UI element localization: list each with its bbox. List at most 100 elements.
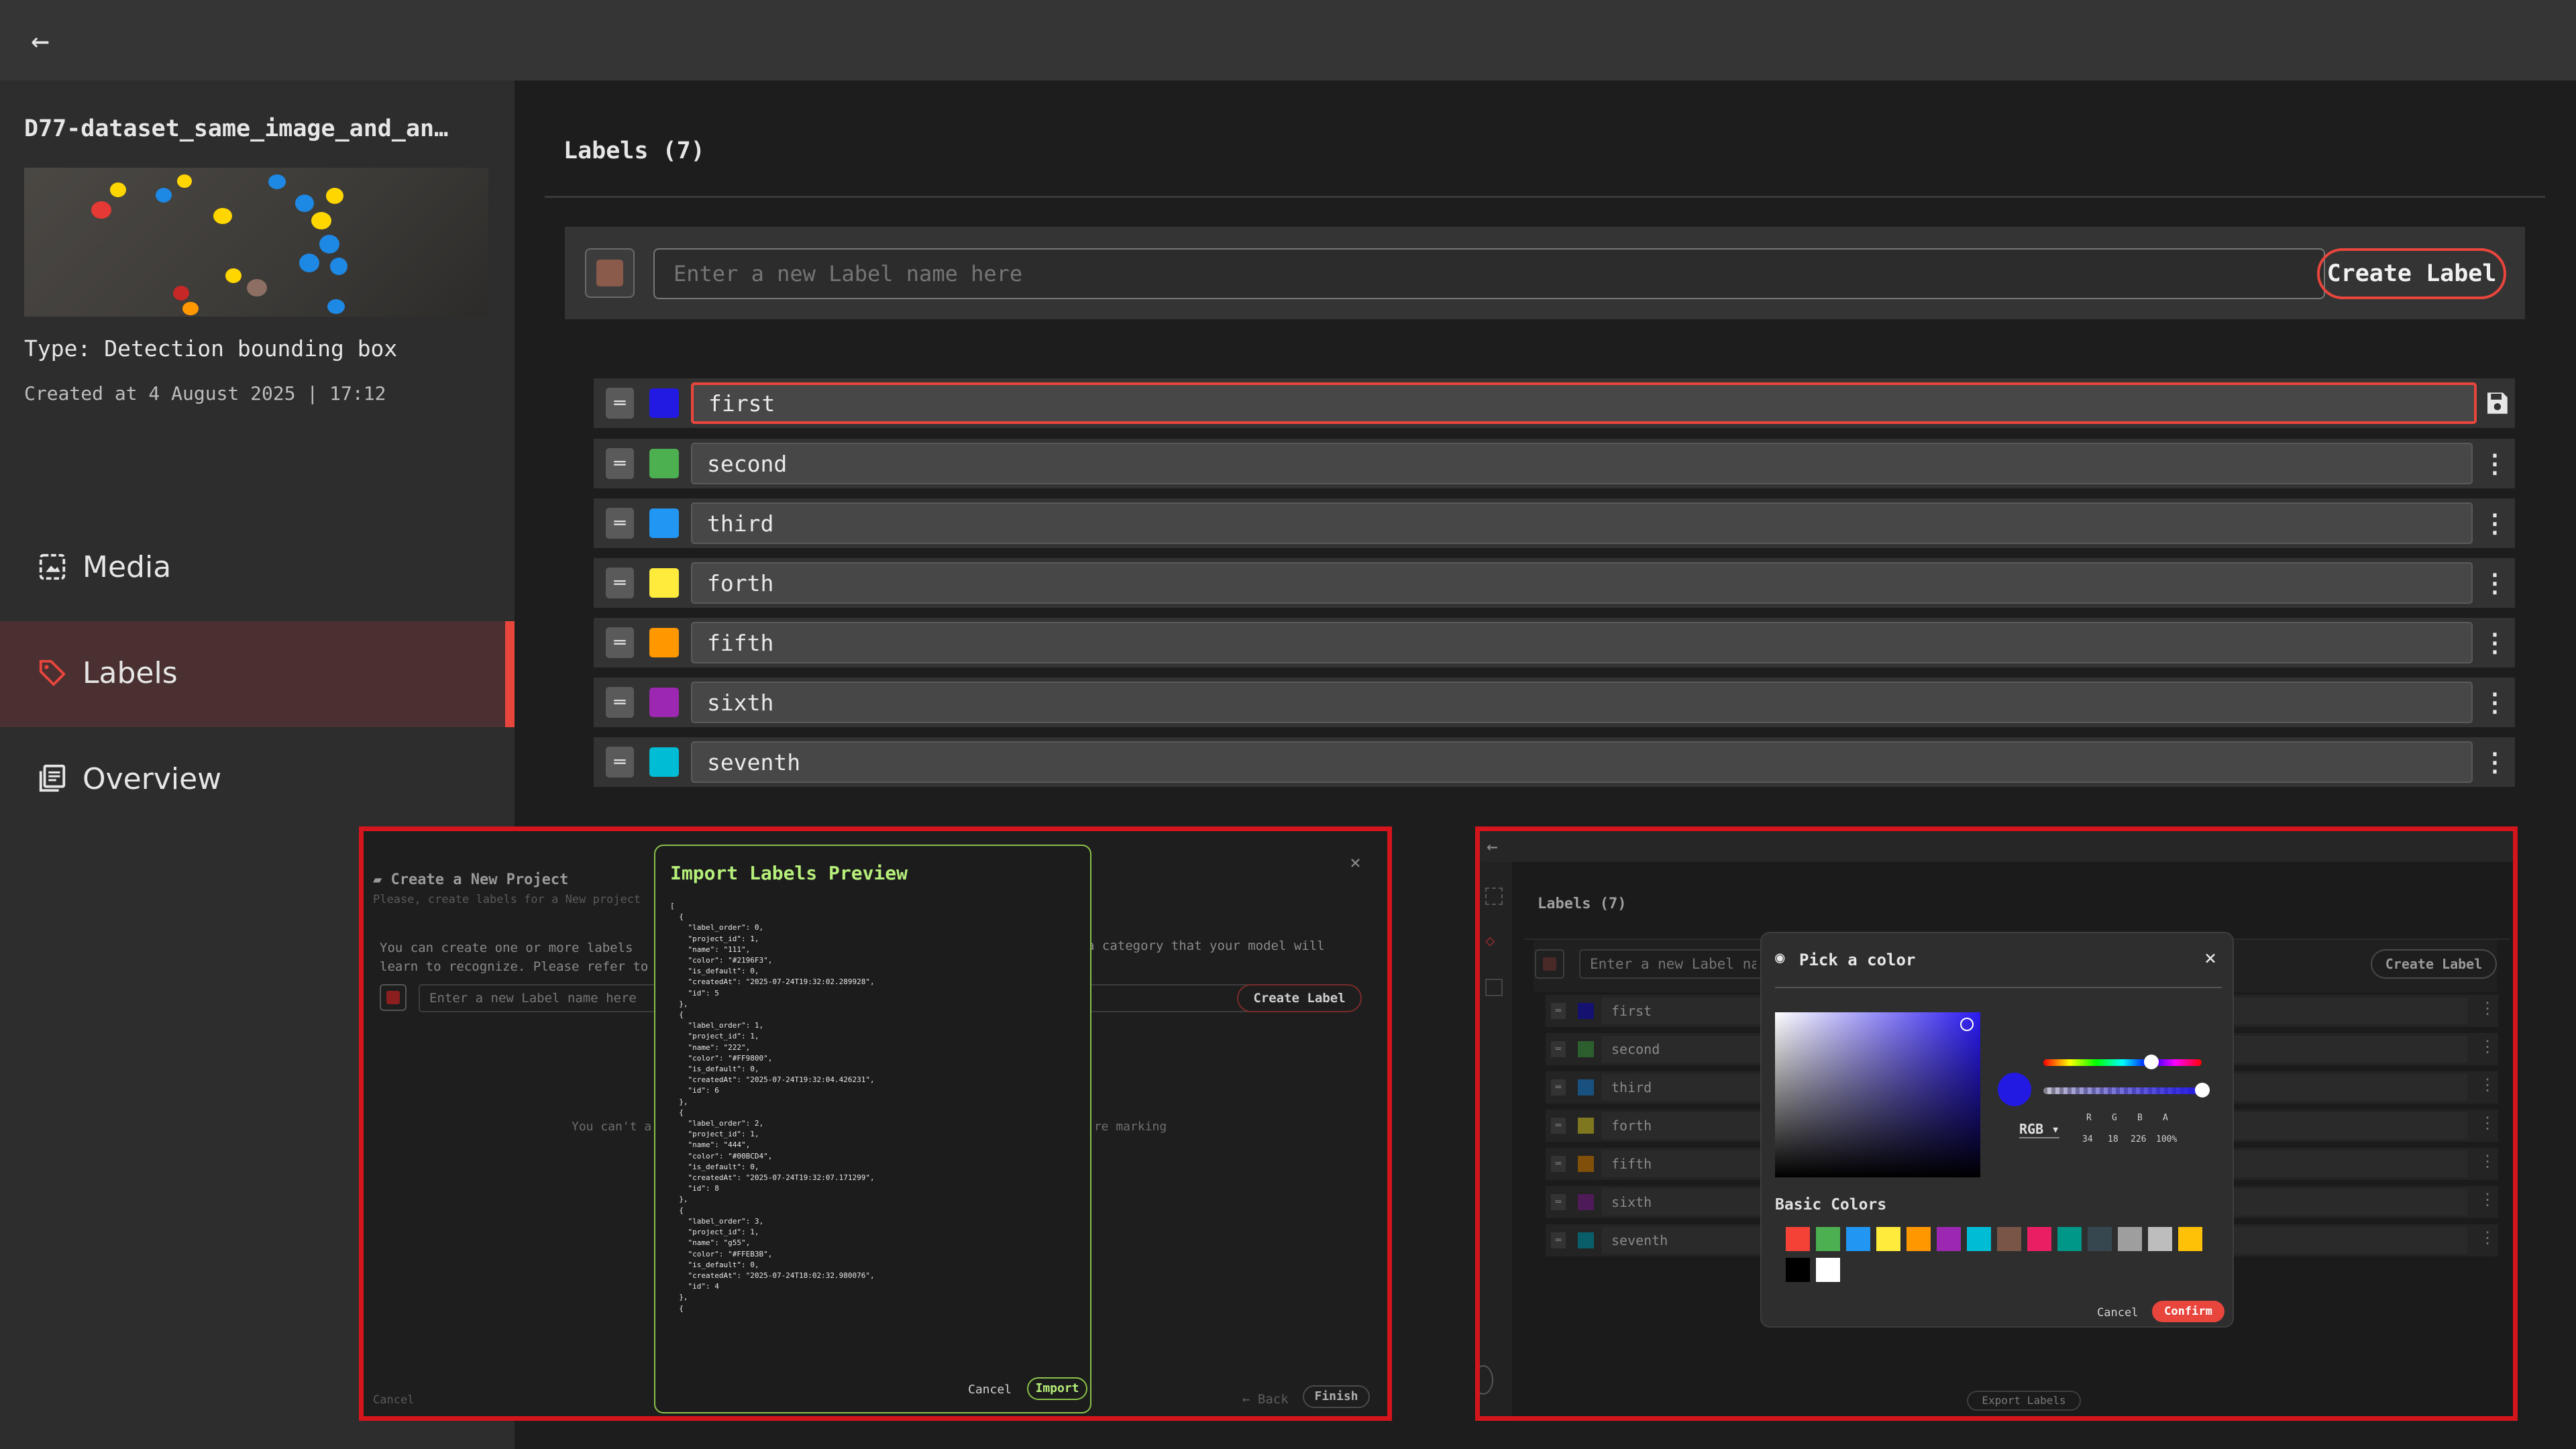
nav-item-media[interactable]: Media — [0, 515, 515, 621]
basic-color-swatch[interactable] — [2088, 1227, 2112, 1251]
create-label-button[interactable]: Create Label — [2371, 949, 2497, 979]
label-name-input[interactable] — [691, 741, 2473, 783]
more-vertical-icon[interactable]: ⋮ — [2479, 1075, 2496, 1094]
more-vertical-icon[interactable]: ⋮ — [2479, 1152, 2496, 1171]
more-vertical-icon[interactable]: ⋮ — [2480, 625, 2510, 661]
label-name-input[interactable] — [691, 502, 2473, 544]
basic-color-swatch[interactable] — [1786, 1258, 1810, 1282]
basic-color-swatch[interactable] — [1816, 1227, 1840, 1251]
basic-color-swatch[interactable] — [1876, 1227, 1900, 1251]
nav-item-overview[interactable]: Overview — [0, 727, 515, 833]
label-color-swatch[interactable] — [649, 688, 679, 717]
drag-handle-icon[interactable]: ═ — [1551, 1156, 1566, 1172]
new-label-color-button[interactable] — [585, 248, 635, 298]
label-color-swatch[interactable] — [649, 449, 679, 478]
basic-color-swatch[interactable] — [1907, 1227, 1931, 1251]
label-name-input[interactable] — [691, 443, 2473, 484]
nav-item-labels[interactable]: Labels — [0, 621, 515, 727]
basic-color-swatch[interactable] — [2178, 1227, 2202, 1251]
channel-input-r[interactable]: 34 — [2082, 1134, 2093, 1144]
label-color-swatch[interactable] — [649, 568, 679, 598]
save-icon[interactable] — [2483, 389, 2511, 417]
basic-color-swatch[interactable] — [2027, 1227, 2051, 1251]
saturation-value-area[interactable] — [1775, 1012, 1980, 1177]
new-label-input[interactable] — [1579, 949, 1767, 979]
label-name-input[interactable] — [691, 622, 2473, 663]
import-cancel-button[interactable]: Cancel — [968, 1383, 1012, 1397]
more-vertical-icon[interactable]: ⋮ — [2480, 744, 2510, 780]
channel-input-g[interactable]: 18 — [2108, 1134, 2118, 1144]
label-color-swatch[interactable] — [649, 388, 679, 418]
label-color-swatch[interactable] — [1578, 1003, 1594, 1019]
import-button[interactable]: Import — [1027, 1377, 1087, 1400]
hue-slider[interactable] — [2043, 1055, 2202, 1069]
drag-handle-icon[interactable]: ═ — [1551, 1041, 1566, 1057]
more-vertical-icon[interactable]: ⋮ — [2479, 1190, 2496, 1209]
more-vertical-icon[interactable]: ⋮ — [2479, 1228, 2496, 1247]
drag-handle-icon[interactable]: ═ — [1551, 1232, 1566, 1248]
drag-handle-icon[interactable]: ═ — [1551, 1079, 1566, 1095]
basic-color-swatch[interactable] — [2118, 1227, 2142, 1251]
new-label-color-button[interactable] — [1535, 949, 1564, 979]
label-name-input[interactable] — [691, 382, 2477, 424]
create-label-button[interactable]: Create Label — [2317, 248, 2506, 299]
basic-color-swatch[interactable] — [1816, 1258, 1840, 1282]
label-color-swatch[interactable] — [1578, 1232, 1594, 1248]
tag-icon[interactable]: ◇ — [1485, 932, 1503, 949]
label-color-swatch[interactable] — [1578, 1079, 1594, 1095]
overview-icon[interactable] — [1485, 979, 1503, 996]
channel-input-b[interactable]: 226 — [2131, 1134, 2146, 1144]
alpha-slider[interactable] — [2043, 1083, 2210, 1097]
back-button[interactable]: ← Back — [1242, 1392, 1289, 1407]
new-label-color-button[interactable] — [380, 984, 407, 1011]
drag-handle-icon[interactable]: ═ — [606, 448, 634, 479]
label-color-swatch[interactable] — [1578, 1118, 1594, 1134]
export-labels-button[interactable]: Export Labels — [1967, 1391, 2081, 1411]
basic-color-swatch[interactable] — [1937, 1227, 1961, 1251]
drag-handle-icon[interactable]: ═ — [1551, 1194, 1566, 1210]
basic-color-swatch[interactable] — [1997, 1227, 2021, 1251]
close-icon[interactable]: × — [1350, 851, 1361, 873]
drag-handle-icon[interactable]: ═ — [606, 568, 634, 598]
color-mode-select[interactable]: RGB ▾ — [2019, 1121, 2060, 1138]
more-vertical-icon[interactable]: ⋮ — [2479, 1037, 2496, 1056]
label-name-input[interactable] — [691, 562, 2473, 604]
more-vertical-icon[interactable]: ⋮ — [2480, 684, 2510, 720]
alpha-slider-thumb[interactable] — [2195, 1083, 2210, 1097]
basic-color-swatch[interactable] — [1846, 1227, 1870, 1251]
color-cursor[interactable] — [1960, 1018, 1974, 1031]
label-color-swatch[interactable] — [649, 508, 679, 538]
finish-button[interactable]: Finish — [1303, 1385, 1370, 1408]
drag-handle-icon[interactable]: ═ — [1551, 1003, 1566, 1019]
create-label-button[interactable]: Create Label — [1237, 984, 1362, 1012]
basic-color-swatch[interactable] — [2148, 1227, 2172, 1251]
label-color-swatch[interactable] — [649, 747, 679, 777]
channel-input-a[interactable]: 100% — [2156, 1134, 2177, 1144]
drag-handle-icon[interactable]: ═ — [606, 388, 634, 419]
picker-confirm-button[interactable]: Confirm — [2152, 1301, 2224, 1322]
more-vertical-icon[interactable]: ⋮ — [2480, 565, 2510, 601]
drag-handle-icon[interactable]: ═ — [606, 747, 634, 777]
basic-color-swatch[interactable] — [2057, 1227, 2082, 1251]
more-vertical-icon[interactable]: ⋮ — [2480, 505, 2510, 541]
more-vertical-icon[interactable]: ⋮ — [2480, 445, 2510, 482]
more-vertical-icon[interactable]: ⋮ — [2479, 999, 2496, 1018]
drag-handle-icon[interactable]: ═ — [606, 627, 634, 658]
picker-cancel-button[interactable]: Cancel — [2097, 1306, 2138, 1320]
label-name-input[interactable] — [691, 682, 2473, 723]
new-label-input[interactable] — [653, 248, 2325, 299]
media-icon[interactable] — [1485, 888, 1503, 905]
label-color-swatch[interactable] — [649, 628, 679, 657]
label-color-swatch[interactable] — [1578, 1041, 1594, 1057]
basic-color-swatch[interactable] — [1786, 1227, 1810, 1251]
drag-handle-icon[interactable]: ═ — [1551, 1118, 1566, 1134]
basic-color-swatch[interactable] — [1967, 1227, 1991, 1251]
cancel-link[interactable]: Cancel — [373, 1393, 414, 1407]
drag-handle-icon[interactable]: ═ — [606, 508, 634, 539]
arrow-left-icon[interactable]: ← — [1487, 835, 1498, 857]
arrow-left-icon[interactable]: ← — [20, 20, 60, 60]
close-icon[interactable]: × — [2204, 947, 2216, 970]
hue-slider-thumb[interactable] — [2144, 1055, 2159, 1069]
drag-handle-icon[interactable]: ═ — [606, 687, 634, 718]
more-vertical-icon[interactable]: ⋮ — [2479, 1114, 2496, 1132]
